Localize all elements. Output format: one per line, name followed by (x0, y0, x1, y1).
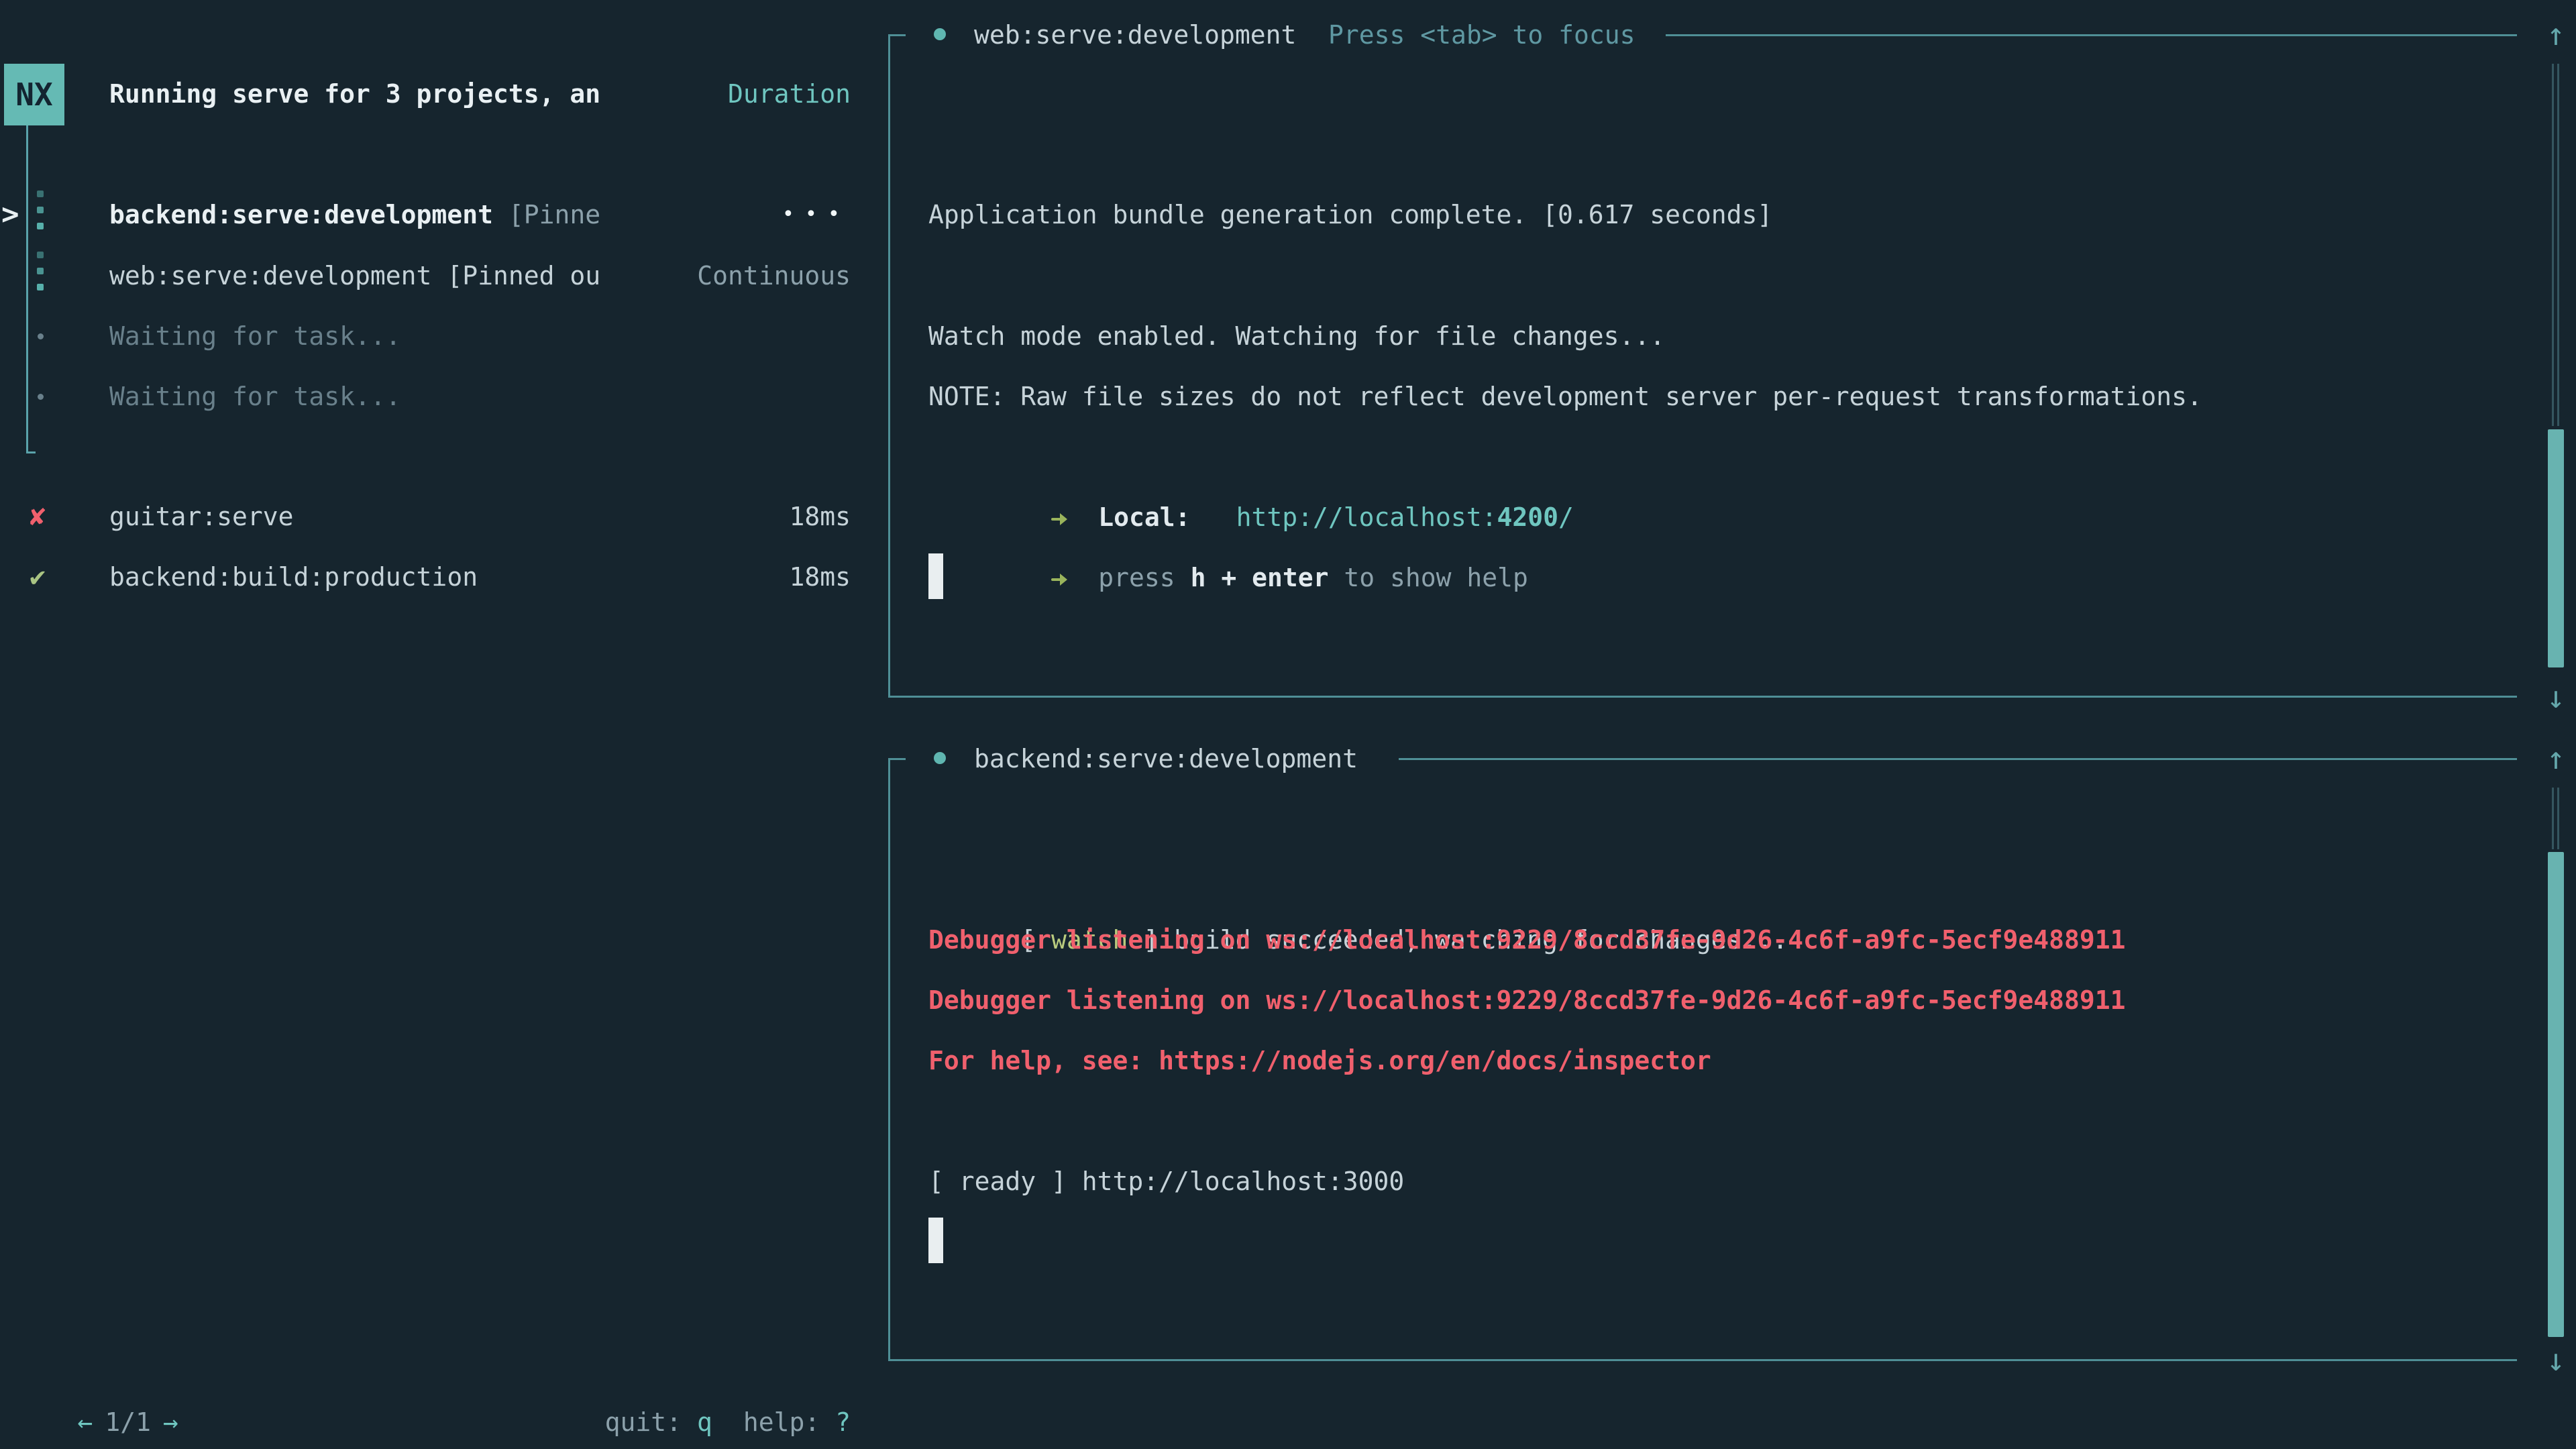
task-name: backend:build:production (109, 547, 478, 607)
scroll-down-icon[interactable]: ↓ (2539, 667, 2573, 727)
panel-border-bottom (888, 696, 2517, 698)
task-rail-line (26, 125, 28, 453)
nx-tui-screen: NX Running serve for 3 projects, an Dura… (0, 0, 2576, 1449)
scrollbar-thumb[interactable] (2548, 852, 2564, 1337)
quit-key: q (697, 1407, 712, 1437)
success-check-icon: ✔ (30, 547, 63, 607)
task-row-waiting-2[interactable]: Waiting for task... (109, 366, 851, 427)
task-row-guitar-serve[interactable]: guitar:serve 18ms (109, 486, 851, 547)
log-line-note: NOTE: Raw file sizes do not reflect deve… (928, 366, 2202, 427)
nx-logo: NX (4, 64, 64, 125)
running-ellipsis-icon: ••• (782, 184, 851, 245)
panel-title: web:serve:development (974, 5, 1296, 65)
task-row-backend-build[interactable]: backend:build:production 18ms (109, 547, 851, 607)
log-line-help-hint: press h + enter to show help (928, 487, 1528, 547)
quit-hint-label: quit: (605, 1407, 697, 1437)
panel-border-left (888, 758, 890, 1360)
scroll-down-icon[interactable]: ↓ (2539, 1330, 2573, 1390)
scroll-up-icon[interactable]: ↑ (2539, 728, 2573, 788)
log-line-bundle-complete: Application bundle generation complete. … (928, 184, 1772, 245)
task-list-title: Running serve for 3 projects, an (109, 64, 600, 124)
panel-status-dot-icon (934, 752, 946, 764)
scrollbar-track[interactable] (2552, 788, 2554, 849)
task-row-web-serve[interactable]: web:serve:development [Pinned ou Continu… (109, 246, 851, 306)
panel-border-left (888, 34, 890, 698)
task-duration: 18ms (789, 547, 851, 607)
key-hints: quit: qhelp: ? (543, 1332, 851, 1392)
task-duration: Continuous (697, 246, 851, 306)
pagination[interactable]: ←1/1→ (16, 1332, 178, 1392)
panel-border-top-line (1399, 758, 2517, 760)
panel-border-top-line (1666, 34, 2517, 36)
panel-border-bottom (888, 1359, 2517, 1361)
focused-row-caret-icon: > (1, 184, 31, 245)
log-line-local-url: Local:http://localhost:4200/ (928, 427, 1574, 487)
task-duration: 18ms (789, 486, 851, 547)
scroll-up-icon[interactable]: ↑ (2539, 4, 2573, 64)
help-keys: h + enter (1191, 563, 1329, 592)
log-line-debugger-1: Debugger listening on ws://localhost:922… (928, 910, 2125, 970)
task-name: web:serve:development [Pinned ou (109, 246, 600, 306)
task-rail-foot (26, 451, 36, 453)
scrollbar-track[interactable] (2552, 64, 2554, 426)
task-name: Waiting for task... (109, 366, 401, 427)
log-line-inspector-help: For help, see: https://nodejs.org/en/doc… (928, 1030, 1711, 1091)
task-name: guitar:serve (109, 486, 294, 547)
scrollbar-track[interactable] (2557, 788, 2559, 849)
panel-border-top-stub (888, 34, 906, 36)
terminal-cursor (928, 553, 943, 599)
duration-column-header: Duration (728, 64, 851, 124)
waiting-bullet-icon (38, 333, 44, 339)
panel-border-top-stub (888, 758, 906, 760)
panel-title: backend:serve:development (974, 729, 1358, 789)
next-page-arrow-icon[interactable]: → (163, 1407, 178, 1437)
log-line-watch-succeeded: [ watch ] build succeeded, watching for … (928, 849, 1788, 910)
log-line-debugger-2: Debugger listening on ws://localhost:922… (928, 970, 2125, 1030)
scrollbar-thumb[interactable] (2548, 429, 2564, 667)
waiting-bullet-icon (38, 394, 44, 400)
log-line-watch-mode: Watch mode enabled. Watching for file ch… (928, 306, 1665, 366)
task-name: Waiting for task... (109, 306, 401, 366)
arrow-right-icon (1051, 570, 1071, 590)
panel-status-dot-icon (934, 28, 946, 40)
prev-page-arrow-icon[interactable]: ← (78, 1407, 93, 1437)
focus-hint: Press <tab> to focus (1328, 5, 1635, 65)
help-hint-label: help: (743, 1407, 835, 1437)
task-row-backend-serve[interactable]: backend:serve:development [Pinne ••• (109, 184, 851, 245)
task-name: backend:serve:development [Pinne (109, 184, 600, 245)
log-line-ready: [ ready ] http://localhost:3000 (928, 1151, 1404, 1212)
scrollbar-track[interactable] (2557, 64, 2559, 426)
help-post: to show help (1328, 563, 1527, 592)
help-key: ? (835, 1407, 851, 1437)
page-indicator: 1/1 (105, 1407, 151, 1437)
failed-cross-icon: ✘ (30, 486, 63, 547)
task-row-waiting-1[interactable]: Waiting for task... (109, 306, 851, 366)
terminal-cursor (928, 1218, 943, 1263)
help-pre: press (1098, 563, 1190, 592)
